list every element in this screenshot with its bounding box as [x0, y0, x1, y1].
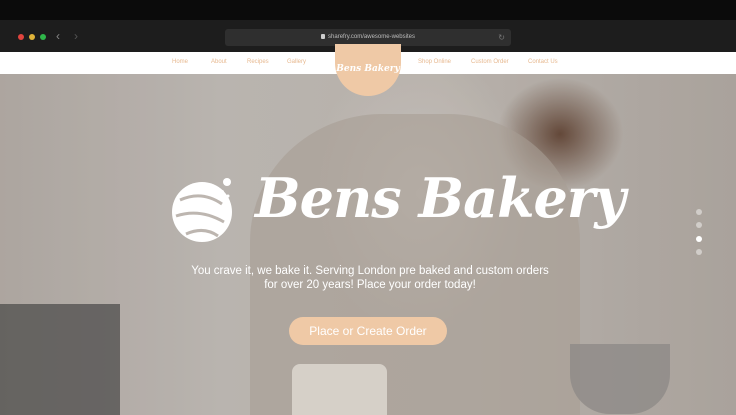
logo-text: Bens Bakery: [336, 64, 400, 74]
forward-icon[interactable]: ›: [74, 29, 78, 43]
lock-icon: [321, 33, 326, 39]
slide-dot-1[interactable]: [696, 209, 702, 215]
url-text: sharefry.com/awesome-websites: [328, 34, 415, 40]
reload-icon[interactable]: ↻: [498, 29, 505, 46]
nav-gallery[interactable]: Gallery: [287, 59, 306, 65]
slide-dot-4[interactable]: [696, 249, 702, 255]
hero-subtitle: You crave it, we bake it. Serving London…: [191, 265, 549, 291]
slide-dot-3[interactable]: [696, 236, 702, 242]
back-icon[interactable]: ‹: [56, 29, 60, 43]
screen-top-bar: [0, 0, 736, 20]
nav-home[interactable]: Home: [172, 59, 188, 65]
close-window-button[interactable]: [18, 34, 24, 40]
nav-recipes[interactable]: Recipes: [247, 59, 269, 65]
hero-title: Bens Bakery: [255, 166, 626, 230]
slide-dot-2[interactable]: [696, 222, 702, 228]
croissant-icon: [172, 178, 232, 242]
maximize-window-button[interactable]: [40, 34, 46, 40]
nav-custom-order[interactable]: Custom Order: [471, 59, 509, 65]
place-order-button[interactable]: Place or Create Order: [289, 317, 447, 345]
nav-shop-online[interactable]: Shop Online: [418, 59, 451, 65]
nav-about[interactable]: About: [211, 59, 227, 65]
hero-section: [0, 74, 736, 415]
minimize-window-button[interactable]: [29, 34, 35, 40]
nav-contact-us[interactable]: Contact Us: [528, 59, 558, 65]
